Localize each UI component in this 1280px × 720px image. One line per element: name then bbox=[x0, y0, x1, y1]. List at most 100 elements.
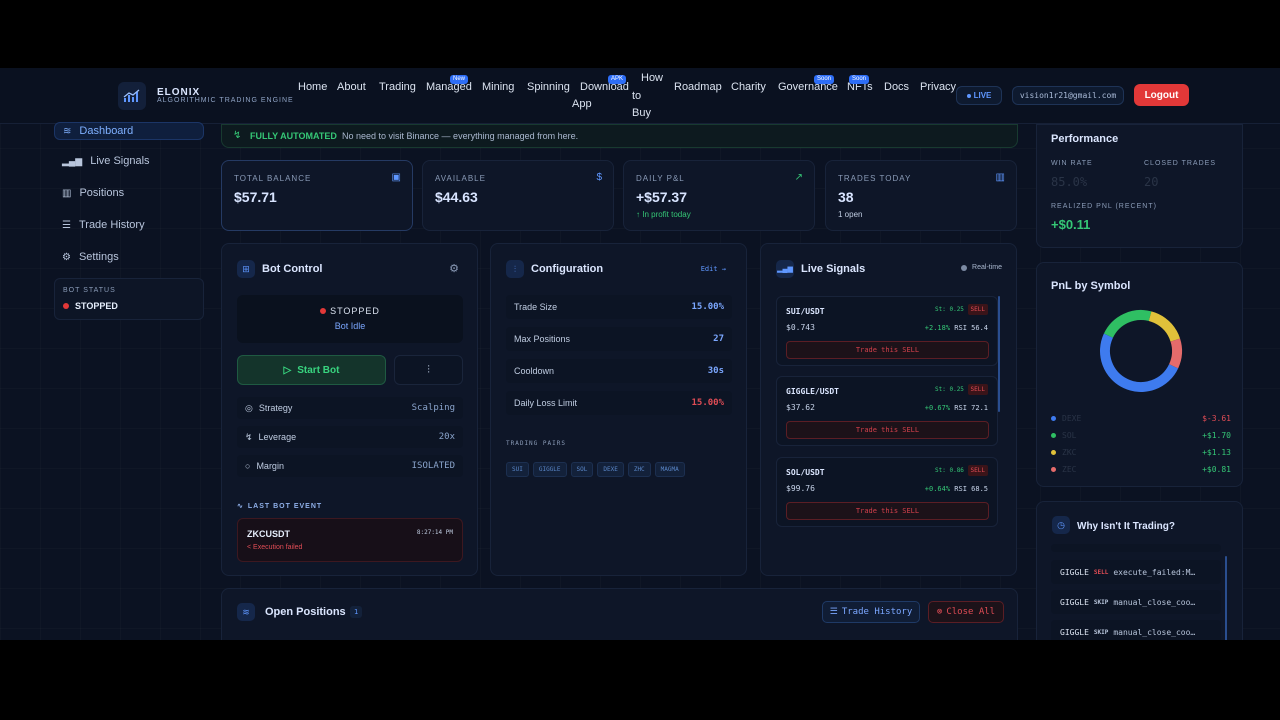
pnl-symbol: SOL bbox=[1062, 431, 1077, 440]
nav-buy[interactable]: Buy bbox=[632, 107, 651, 119]
trade-signal-button[interactable]: Trade this SELL bbox=[786, 502, 989, 520]
log-message: execute_failed:M… bbox=[1113, 567, 1196, 577]
panel-title: Open Positions bbox=[265, 606, 346, 618]
legend-dot-icon bbox=[1051, 450, 1056, 455]
logout-button[interactable]: Logout bbox=[1134, 84, 1189, 106]
dollar-icon: $ bbox=[596, 172, 602, 183]
event-time: 8:27:14 PM bbox=[416, 529, 453, 536]
activity-icon: ∿ bbox=[237, 503, 244, 510]
sidebar-item-live-signals[interactable]: ▂▄▆ Live Signals bbox=[54, 150, 204, 172]
pair-chip[interactable]: GIGGLE bbox=[532, 462, 567, 477]
sliders-button[interactable]: ⫶ bbox=[394, 355, 463, 385]
automation-banner: ↯ FULLY AUTOMATED No need to visit Binan… bbox=[221, 124, 1018, 148]
row-label: Strategy bbox=[258, 402, 293, 413]
panel-title: Configuration bbox=[531, 263, 604, 275]
last-event-label-wrap: ∿ LAST BOT EVENT bbox=[237, 502, 322, 510]
row-value: 27 bbox=[713, 334, 724, 344]
row-label-wrap: ◎ Strategy bbox=[245, 403, 292, 414]
signal-strength: St: 0.86 bbox=[935, 467, 964, 474]
nav-to[interactable]: to bbox=[632, 90, 641, 102]
pair-chip[interactable]: DEXE bbox=[597, 462, 624, 477]
new-badge: New bbox=[450, 75, 469, 84]
pnl-symbol-wrap: DEXE bbox=[1051, 414, 1081, 423]
sidebar-item-positions[interactable]: ▥ Positions bbox=[54, 182, 204, 204]
row-label-wrap: ↯ Leverage bbox=[245, 432, 296, 443]
closed-trades-label: CLOSED TRADES bbox=[1144, 160, 1216, 167]
log-scrollbar[interactable] bbox=[1225, 556, 1227, 640]
log-row: GIGGLE SKIP manual_close_coo… bbox=[1051, 620, 1221, 640]
trade-signal-button[interactable]: Trade this SELL bbox=[786, 421, 989, 439]
nav-privacy[interactable]: Privacy bbox=[920, 81, 956, 93]
logo-icon[interactable] bbox=[118, 82, 146, 110]
pair-chip[interactable]: SUI bbox=[506, 462, 529, 477]
row-label: Daily Loss Limit bbox=[514, 398, 578, 408]
signal-change: +0.67% bbox=[924, 404, 951, 412]
status-dot-icon bbox=[63, 303, 69, 309]
daily-pnl-card: DAILY P&L +$57.37 ↑ In profit today ↗ bbox=[623, 160, 815, 231]
sidebar-item-label: Live Signals bbox=[90, 155, 150, 167]
signal-metrics: +0.64% RSI 68.5 bbox=[925, 485, 988, 493]
trading-pairs: SUI GIGGLE SOL DEXE ZHC MAGMA bbox=[506, 456, 736, 477]
bot-status-display: STOPPED Bot Idle bbox=[237, 295, 463, 343]
pnl-symbol-wrap: ZEC bbox=[1051, 465, 1076, 474]
strategy-row: ◎ Strategy Scalping bbox=[237, 397, 463, 419]
stat-label: TRADES TODAY bbox=[838, 174, 912, 183]
stat-value: $44.63 bbox=[435, 189, 478, 205]
start-bot-button[interactable]: ▷ Start Bot bbox=[237, 355, 386, 385]
stat-label: AVAILABLE bbox=[435, 174, 486, 183]
signal-card: SOL/USDT St: 0.86 SELL $99.76 +0.64% RSI… bbox=[776, 457, 998, 527]
settings-icon[interactable]: ⚙ bbox=[449, 262, 459, 275]
signals-scrollbar[interactable] bbox=[998, 296, 1000, 412]
nav-mining[interactable]: Mining bbox=[482, 81, 514, 93]
pnl-value: +$1.13 bbox=[1202, 448, 1231, 457]
nav-app[interactable]: App bbox=[572, 98, 592, 110]
pair-chip[interactable]: MAGMA bbox=[654, 462, 685, 477]
target-icon: ◎ bbox=[245, 402, 253, 413]
nav-charity[interactable]: Charity bbox=[731, 81, 766, 93]
pulse-dot-icon bbox=[961, 264, 968, 271]
soon-badge: Soon bbox=[814, 75, 835, 84]
pair-chip[interactable]: SOL bbox=[570, 462, 594, 477]
layers-icon: ≋ bbox=[63, 125, 72, 137]
nav-spinning[interactable]: Spinning bbox=[527, 81, 570, 93]
trade-signal-button[interactable]: Trade this SELL bbox=[786, 341, 989, 359]
nav-roadmap[interactable]: Roadmap bbox=[674, 81, 722, 93]
user-email[interactable]: vision1r21@gmail.com bbox=[1012, 86, 1124, 105]
sidebar-item-settings[interactable]: ⚙ Settings bbox=[54, 246, 204, 268]
signal-price: $37.62 bbox=[786, 403, 815, 412]
nav-how[interactable]: How bbox=[641, 72, 663, 84]
pnl-row: ZKC +$1.13 bbox=[1051, 444, 1231, 461]
bolt-icon: ↯ bbox=[233, 130, 242, 141]
close-all-button[interactable]: ⊗ Close All bbox=[928, 601, 1004, 623]
row-value: 20x bbox=[438, 432, 455, 442]
signal-rsi: RSI 72.1 bbox=[954, 404, 988, 412]
trending-up-icon: ↗ bbox=[794, 172, 803, 183]
realtime-indicator: Real-time bbox=[961, 264, 1002, 271]
stat-label: TOTAL BALANCE bbox=[234, 174, 312, 183]
trade-history-button[interactable]: ☰ Trade History bbox=[822, 601, 920, 623]
pnl-legend: DEXE $-3.61 SOL +$1.70 ZKC +$1.13 ZEC +$… bbox=[1051, 410, 1231, 478]
nav-home[interactable]: Home bbox=[298, 81, 327, 93]
panel-title: Live Signals bbox=[801, 263, 866, 275]
nav-trading[interactable]: Trading bbox=[379, 81, 416, 93]
config-row: Cooldown 30s bbox=[506, 359, 732, 383]
pair-chip[interactable]: ZHC bbox=[627, 462, 651, 477]
open-positions-panel: ≋ Open Positions 1 ☰ Trade History ⊗ Close… bbox=[221, 588, 1018, 640]
sidebar-item-dashboard[interactable]: ≋ Dashboard bbox=[54, 122, 204, 140]
nav-docs[interactable]: Docs bbox=[884, 81, 909, 93]
pnl-row: DEXE $-3.61 bbox=[1051, 410, 1231, 427]
sidebar-item-trade-history[interactable]: ☰ Trade History bbox=[54, 214, 204, 236]
sidebar-item-label: Trade History bbox=[78, 219, 145, 231]
log-tag: SKIP bbox=[1093, 628, 1109, 636]
bot-control-panel: ⊞ Bot Control ⚙ STOPPED Bot Idle ▷ Start… bbox=[221, 243, 478, 576]
status-dot-icon bbox=[320, 308, 327, 314]
total-balance-card: TOTAL BALANCE $57.71 ▣ bbox=[221, 160, 413, 231]
edit-link[interactable]: Edit → bbox=[701, 265, 726, 273]
why-not-trading-panel: ◷ Why Isn't It Trading? GIGGLE SELL exec… bbox=[1036, 501, 1243, 640]
apk-badge: APK bbox=[608, 75, 627, 84]
row-label: Cooldown bbox=[514, 366, 555, 376]
stat-value: +$57.37 bbox=[636, 189, 687, 205]
signal-card: SUI/USDT St: 0.25 SELL $0.743 +2.18% RSI… bbox=[776, 296, 998, 366]
nav-about[interactable]: About bbox=[337, 81, 366, 93]
signal-strength-wrap: St: 0.86 SELL bbox=[935, 465, 988, 476]
